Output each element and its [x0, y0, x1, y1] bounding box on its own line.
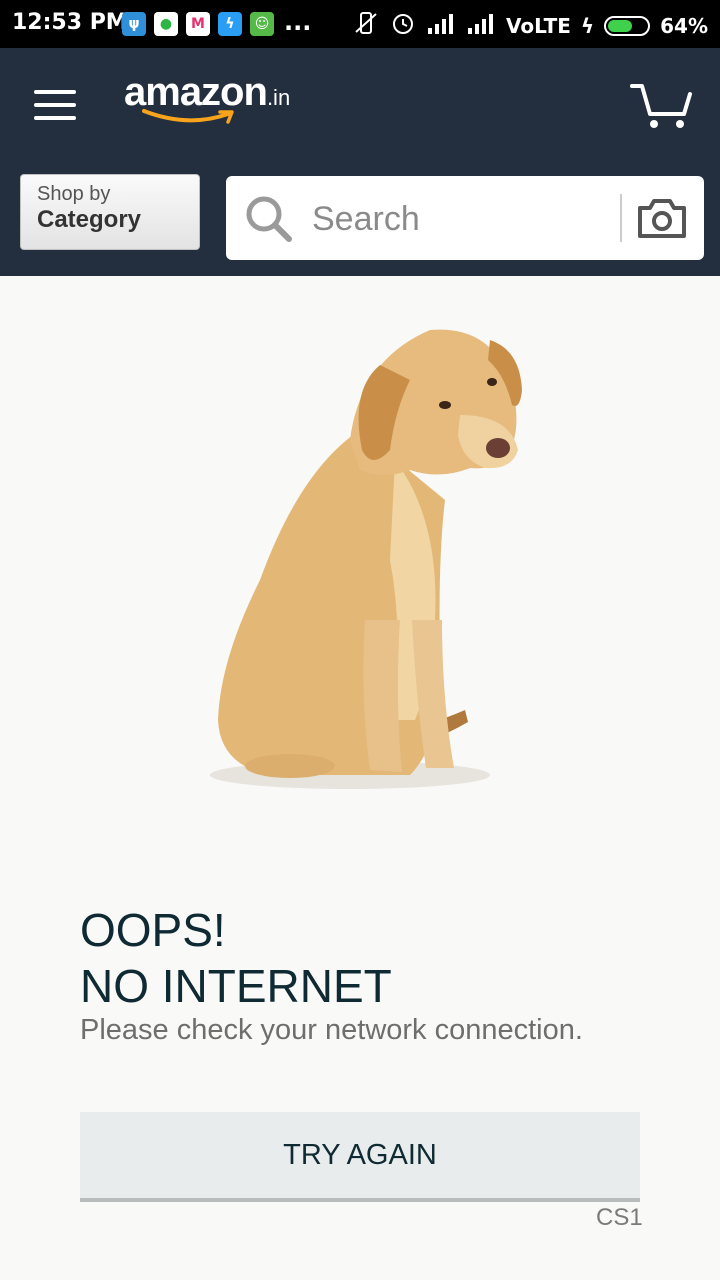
- amazon-logo[interactable]: amazon.in: [124, 70, 291, 124]
- error-code: CS1: [596, 1204, 643, 1231]
- category-label: Category: [37, 206, 142, 233]
- bolt-icon: ϟ: [218, 12, 242, 36]
- status-time: 12:53 PM: [12, 10, 128, 35]
- more-notifications-icon: ...: [284, 8, 312, 36]
- error-title-line2: NO INTERNET: [80, 960, 392, 1012]
- search-input[interactable]: [310, 190, 614, 248]
- status-right: VoLTE ϟ 64%: [352, 10, 708, 41]
- search-icon: [246, 196, 292, 242]
- signal-icon: [426, 12, 456, 39]
- network-type: VoLTE: [506, 13, 571, 38]
- error-title-line1: OOPS!: [80, 904, 226, 956]
- charging-icon: ϟ: [580, 13, 595, 38]
- try-again-button[interactable]: TRY AGAIN: [80, 1112, 640, 1202]
- status-bar: 12:53 PM ψ ● M ϟ ☺ ... VoLTE ϟ 64%: [0, 0, 720, 48]
- search-divider: [620, 194, 622, 242]
- whatsapp-icon: ●: [154, 12, 178, 36]
- battery-percent: 64%: [660, 13, 708, 38]
- sad-dog-image: [210, 329, 522, 789]
- cart-icon: [630, 84, 692, 128]
- cart-button[interactable]: [628, 80, 694, 130]
- frog-app-icon: ☺: [250, 12, 274, 36]
- smile-arrow-icon: [142, 109, 234, 124]
- menu-button[interactable]: [34, 88, 78, 122]
- logo-suffix: .in: [266, 85, 291, 110]
- battery-icon: [604, 15, 651, 36]
- notification-icons: ψ ● M ϟ ☺: [122, 12, 274, 36]
- alarm-icon: [390, 10, 416, 41]
- error-message: Please check your network connection.: [80, 1014, 583, 1046]
- shop-by-category-button[interactable]: Shop by Category: [20, 174, 200, 250]
- telegram-icon: ψ: [122, 12, 146, 36]
- myntra-icon: M: [186, 12, 210, 36]
- error-title: OOPS! NO INTERNET: [80, 902, 392, 1014]
- signal-icon-2: [466, 12, 496, 39]
- battery-level-fill: [608, 19, 633, 32]
- vibrate-off-icon: [352, 10, 380, 41]
- camera-icon[interactable]: [636, 196, 688, 240]
- shop-by-label: Shop by: [37, 183, 111, 205]
- search-box[interactable]: [226, 176, 704, 260]
